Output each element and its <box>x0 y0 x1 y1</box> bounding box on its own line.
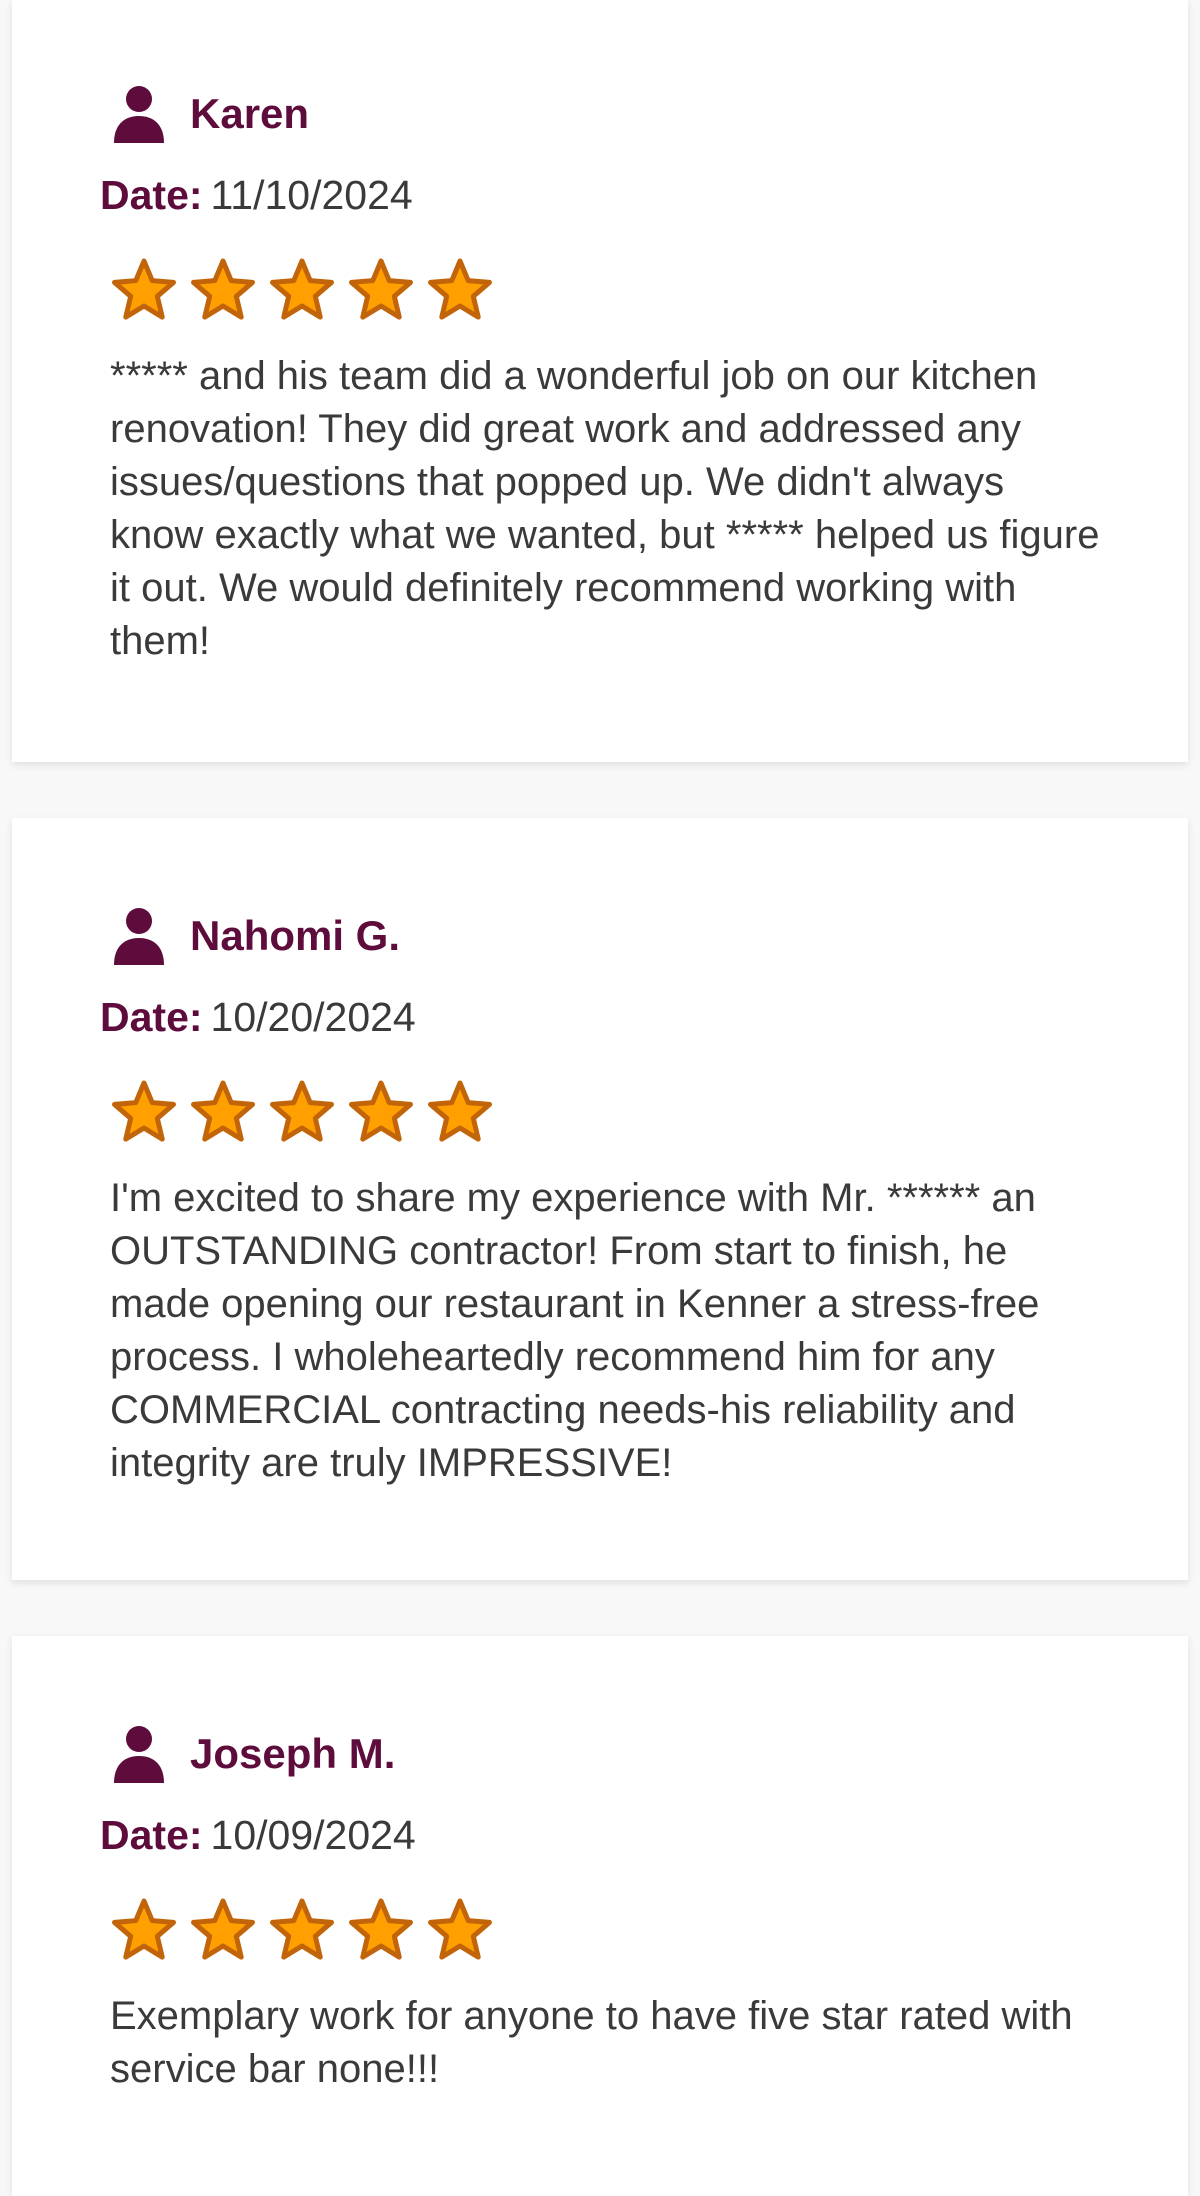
reviewer: Nahomi G. <box>100 906 1108 966</box>
star-icon <box>349 1898 413 1960</box>
reviewer: Karen <box>100 84 1108 144</box>
user-icon <box>114 1726 164 1783</box>
review-text: I'm excited to share my experience with … <box>110 1176 1040 1485</box>
star-icon <box>349 258 413 320</box>
star-rating <box>110 256 1108 324</box>
user-icon <box>114 86 164 143</box>
reviewer: Joseph M. <box>100 1724 1108 1784</box>
star-icon <box>112 258 176 320</box>
date-label: Date: <box>100 172 203 218</box>
star-icon <box>270 1898 334 1960</box>
star-icon <box>191 1898 255 1960</box>
review-card: Karen Date: 11/10/2024 ***** and his team… <box>12 0 1188 762</box>
star-icon <box>428 258 492 320</box>
star-icon <box>191 1080 255 1142</box>
star-icon <box>191 258 255 320</box>
review-card: Joseph M. Date: 10/09/2024 Exemplary work… <box>12 1636 1188 2196</box>
star-icon <box>428 1080 492 1142</box>
star-icon <box>270 258 334 320</box>
review-card: Nahomi G. Date: 10/20/2024 I'm excited to… <box>12 818 1188 1580</box>
star-icon <box>270 1080 334 1142</box>
star-rating <box>110 1896 1108 1964</box>
review-date: 10/20/2024 <box>210 994 416 1040</box>
star-icon <box>112 1898 176 1960</box>
star-rating <box>110 1078 1108 1146</box>
star-icon <box>349 1080 413 1142</box>
user-icon <box>114 908 164 965</box>
date-label: Date: <box>100 1812 203 1858</box>
star-icon <box>112 1080 176 1142</box>
reviewer-name: Karen <box>190 90 310 137</box>
review-date: 11/10/2024 <box>210 172 413 218</box>
reviewer-name: Joseph M. <box>190 1730 396 1777</box>
review-date-line: Date: 11/10/2024 <box>100 168 1108 222</box>
review-text: Exemplary work for anyone to have five s… <box>110 1994 1073 2091</box>
review-date-line: Date: 10/20/2024 <box>100 990 1108 1044</box>
review-text: ***** and his team did a wonderful job o… <box>110 354 1100 663</box>
reviews-list: Karen Date: 11/10/2024 ***** and his team… <box>0 0 1200 2196</box>
date-label: Date: <box>100 994 203 1040</box>
review-date-line: Date: 10/09/2024 <box>100 1808 1108 1862</box>
star-icon <box>428 1898 492 1960</box>
reviewer-name: Nahomi G. <box>190 912 401 959</box>
review-date: 10/09/2024 <box>210 1812 416 1858</box>
